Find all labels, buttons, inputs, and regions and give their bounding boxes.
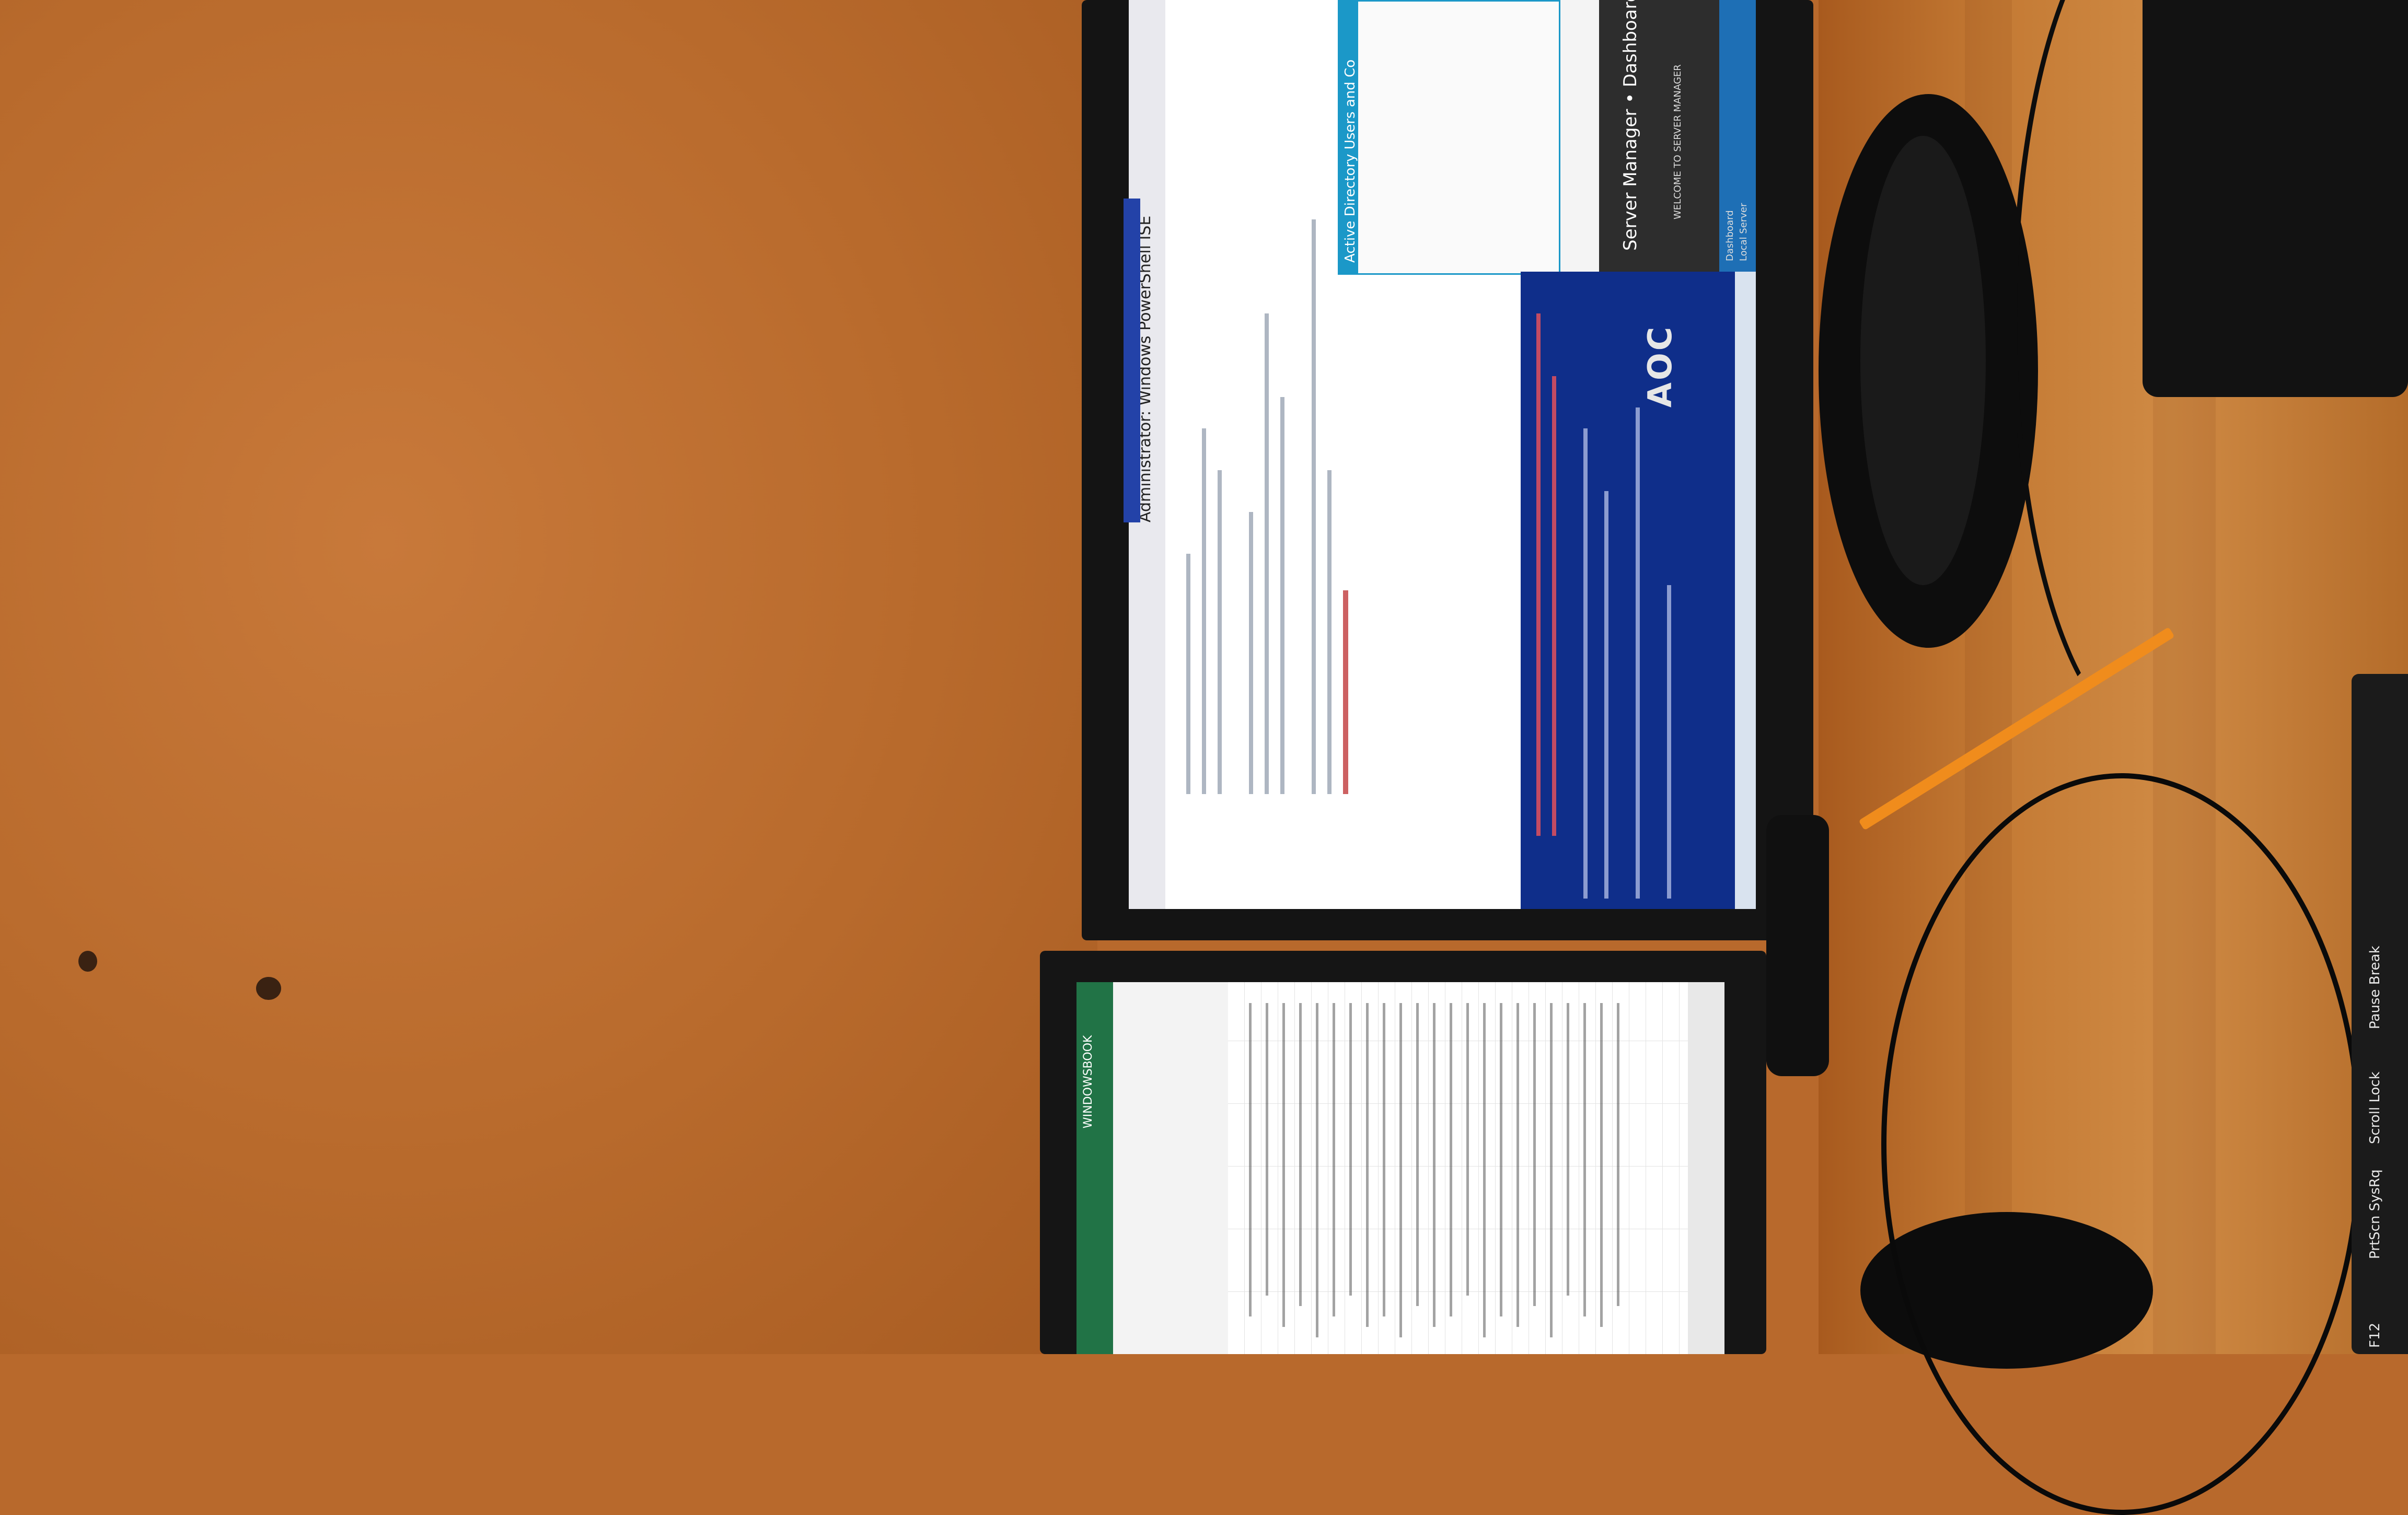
- keyboard: Pause Break Scroll Lock PrtScn SysRq F12: [2352, 674, 2408, 1354]
- key-f12[interactable]: F12: [2367, 1323, 2383, 1348]
- key-pause-break[interactable]: Pause Break: [2367, 946, 2383, 1029]
- cell-text: [1617, 1003, 1619, 1306]
- code-line: [1312, 219, 1316, 794]
- code-line: [1186, 554, 1190, 794]
- code-line: [1327, 470, 1332, 794]
- server-manager-welcome: WELCOME TO SERVER MANAGER: [1672, 64, 1683, 219]
- taskbar: [1735, 272, 1756, 909]
- excel-grid[interactable]: [1228, 982, 1688, 1354]
- key-prtscn-sysrq[interactable]: PrtScn SysRq: [2367, 1169, 2383, 1259]
- cell-text: [1349, 1003, 1352, 1296]
- console-line: [1583, 428, 1588, 899]
- code-line: [1265, 313, 1269, 794]
- console-error-line: [1536, 313, 1541, 836]
- cell-text: [1416, 1003, 1419, 1306]
- cell-text: [1466, 1003, 1469, 1296]
- cell-text: [1399, 1003, 1402, 1337]
- cell-text: [1583, 1003, 1586, 1316]
- code-highlight: [1343, 590, 1348, 794]
- console-line: [1636, 407, 1640, 899]
- wall-hole: [78, 951, 97, 972]
- excel-status-bar: [1688, 982, 1724, 1354]
- monitor-upper-screen: Administrator: Windows PowerShell ISE Ac…: [1129, 0, 1756, 909]
- ad-users-window[interactable]: Active Directory Users and Co: [1338, 0, 1560, 275]
- console-error-line: [1552, 376, 1556, 836]
- nav-local-server[interactable]: Local Server: [1738, 203, 1749, 261]
- server-manager-title: Server Manager • Dashboard: [1620, 0, 1641, 251]
- cell-text: [1550, 1003, 1553, 1337]
- cell-text: [1433, 1003, 1435, 1327]
- code-line: [1249, 512, 1253, 794]
- server-manager-window[interactable]: Server Manager • Dashboard WELCOME TO SE…: [1599, 0, 1756, 272]
- key-scroll-lock[interactable]: Scroll Lock: [2367, 1071, 2383, 1144]
- monitor-stand-inner: [1860, 136, 1986, 585]
- code-line: [1280, 397, 1284, 794]
- nav-dashboard[interactable]: Dashboard: [1724, 210, 1735, 261]
- cell-text: [1483, 1003, 1486, 1337]
- code-line: [1218, 470, 1222, 794]
- cell-text: [1533, 1003, 1536, 1306]
- cell-text: [1450, 1003, 1452, 1316]
- monitor-stand-neck: [1766, 815, 1829, 1076]
- cable: [1881, 773, 2362, 1515]
- cell-text: [1316, 1003, 1318, 1337]
- console-line: [1667, 585, 1671, 899]
- cell-text: [1282, 1003, 1285, 1327]
- cell-text: [1383, 1003, 1385, 1316]
- monitor-brand-logo: AOC: [1641, 324, 1679, 407]
- blue-sidebar: [1124, 199, 1140, 522]
- cell-text: [1266, 1003, 1268, 1296]
- console-line: [1604, 491, 1608, 899]
- wall: [0, 0, 1097, 1354]
- cell-text: [1600, 1003, 1603, 1327]
- cell-text: [1516, 1003, 1519, 1327]
- ad-window-header: Active Directory Users and Co: [1339, 2, 1358, 273]
- cell-text: [1299, 1003, 1302, 1306]
- cell-text: [1333, 1003, 1335, 1316]
- cell-text: [1567, 1003, 1569, 1296]
- cell-text: [1249, 1003, 1252, 1316]
- cell-text: [1500, 1003, 1502, 1316]
- ise-console-pane[interactable]: [1521, 272, 1740, 909]
- excel-ribbon: WINDOWSBOOK: [1076, 982, 1113, 1354]
- cell-text: [1366, 1003, 1369, 1327]
- black-device: [2143, 0, 2408, 397]
- code-line: [1202, 428, 1206, 794]
- wall-hole: [256, 977, 281, 1000]
- ad-window-title: Active Directory Users and Co: [1342, 59, 1358, 263]
- monitor-lower-screen: WINDOWSBOOK: [1076, 982, 1724, 1354]
- excel-toolbar[interactable]: [1113, 982, 1228, 1354]
- server-manager-nav: Dashboard Local Server: [1719, 0, 1756, 272]
- excel-title: WINDOWSBOOK: [1082, 1035, 1095, 1128]
